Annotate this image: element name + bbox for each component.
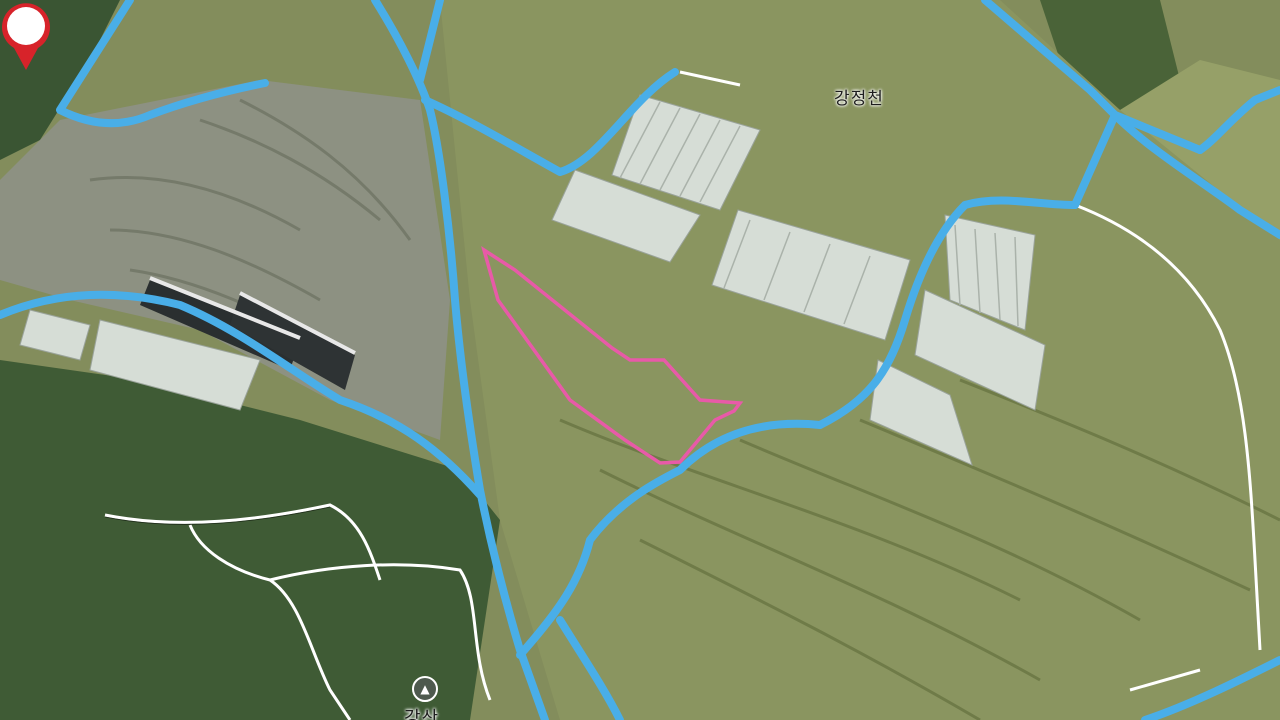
stream-label: 강정천 bbox=[834, 89, 884, 109]
map-canvas[interactable] bbox=[0, 0, 1280, 720]
location-pin-center bbox=[7, 7, 45, 45]
mountain-icon[interactable]: ▲ bbox=[412, 676, 438, 702]
location-pin-icon[interactable] bbox=[0, 0, 52, 72]
map-view[interactable]: 강정천 ▲ 강산 bbox=[0, 0, 1280, 720]
mountain-label: 강산 bbox=[404, 708, 440, 720]
